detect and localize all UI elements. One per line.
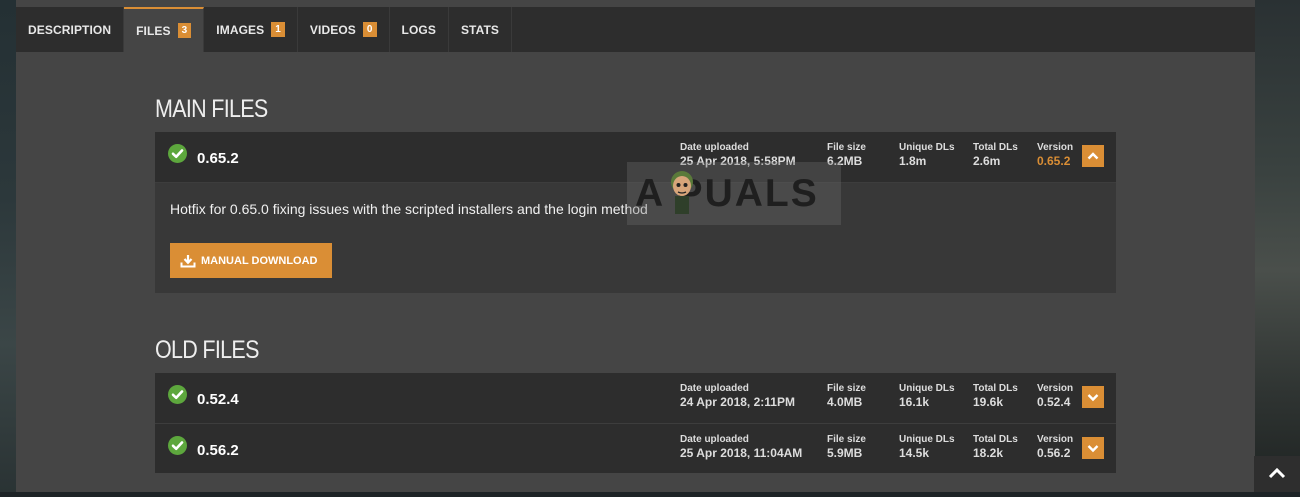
meta-label: Unique DLs [899, 434, 955, 445]
meta-value: 0.56.2 [1037, 446, 1071, 460]
mascot-icon [671, 171, 693, 214]
tab-images[interactable]: IMAGES 1 [204, 7, 298, 52]
meta-label: Total DLs [973, 142, 1018, 153]
meta-label: Unique DLs [899, 142, 955, 153]
manual-download-button[interactable]: MANUAL DOWNLOAD [170, 243, 332, 278]
chevron-up-icon [1268, 467, 1286, 479]
file-name: 0.65.2 [197, 150, 239, 167]
download-icon [180, 254, 196, 267]
total-downloads: Total DLs 18.2k [973, 434, 1018, 461]
tab-label: VIDEOS [309, 22, 356, 37]
chevron-up-icon [1087, 152, 1099, 160]
file-version: Version 0.52.4 [1037, 383, 1073, 410]
total-downloads: Total DLs 19.6k [973, 383, 1018, 410]
file-name: 0.52.4 [197, 391, 239, 408]
meta-label: File size [827, 142, 866, 153]
meta-value: 19.6k [973, 395, 1004, 409]
tab-label: LOGS [401, 22, 436, 37]
meta-value: 0.65.2 [1037, 154, 1071, 168]
tab-count-badge: 3 [177, 23, 192, 38]
meta-label: Version [1037, 434, 1074, 445]
unique-downloads: Unique DLs 1.8m [899, 142, 955, 169]
meta-label: File size [827, 383, 866, 394]
chevron-down-icon [1087, 445, 1099, 453]
download-button-label: MANUAL DOWNLOAD [201, 254, 318, 267]
meta-label: Total DLs [973, 434, 1018, 445]
chevron-down-icon [1087, 394, 1099, 402]
date-uploaded: Date uploaded 25 Apr 2018, 11:04AM [680, 434, 802, 461]
file-description: Hotfix for 0.65.0 fixing issues with the… [170, 201, 648, 217]
files-panel: DESCRIPTION FILES 3 IMAGES 1 VIDEOS 0 LO… [16, 0, 1255, 492]
meta-label: Date uploaded [680, 383, 749, 394]
tab-count-badge: 1 [271, 22, 285, 37]
meta-label: File size [827, 434, 866, 445]
file-size: File size 4.0MB [827, 383, 866, 410]
tab-count-badge: 0 [362, 22, 377, 37]
meta-value: 5.9MB [827, 446, 863, 460]
file-version: Version 0.65.2 [1037, 142, 1073, 169]
check-circle-icon [168, 436, 187, 455]
meta-value: 24 Apr 2018, 2:11PM [680, 395, 795, 409]
meta-value: 18.2k [973, 446, 1004, 460]
file-size: File size 5.9MB [827, 434, 866, 461]
expand-toggle-button[interactable] [1082, 437, 1104, 459]
tab-logs[interactable]: LOGS [390, 7, 449, 52]
total-downloads: Total DLs 2.6m [973, 142, 1018, 169]
tab-label: IMAGES [216, 22, 265, 37]
meta-label: Version [1037, 383, 1074, 394]
scroll-to-top-button[interactable] [1254, 456, 1300, 492]
check-circle-icon [168, 144, 187, 163]
file-version: Version 0.56.2 [1037, 434, 1073, 461]
meta-value: 1.8m [899, 154, 927, 168]
meta-label: Date uploaded [680, 434, 749, 445]
meta-value: 16.1k [899, 395, 930, 409]
tab-videos[interactable]: VIDEOS 0 [298, 7, 390, 52]
file-row-old[interactable]: 0.56.2 Date uploaded 25 Apr 2018, 11:04A… [155, 423, 1116, 473]
meta-label: Unique DLs [899, 383, 955, 394]
meta-value: 25 Apr 2018, 11:04AM [680, 446, 803, 460]
file-row-old[interactable]: 0.52.4 Date uploaded 24 Apr 2018, 2:11PM… [155, 373, 1116, 423]
expand-toggle-button[interactable] [1082, 386, 1104, 408]
main-files-heading: MAIN FILES [155, 95, 268, 123]
tab-label: FILES [136, 23, 171, 38]
meta-value: 4.0MB [827, 395, 863, 409]
meta-value: 14.5k [899, 446, 930, 460]
collapse-toggle-button[interactable] [1082, 145, 1104, 167]
tab-label: DESCRIPTION [28, 22, 112, 37]
appuals-watermark: A PUALS [627, 162, 841, 225]
tab-bar: DESCRIPTION FILES 3 IMAGES 1 VIDEOS 0 LO… [16, 7, 1255, 52]
file-name: 0.56.2 [197, 442, 239, 459]
meta-label: Date uploaded [680, 142, 749, 153]
old-files-heading: OLD FILES [155, 336, 259, 364]
date-uploaded: Date uploaded 24 Apr 2018, 2:11PM [680, 383, 795, 410]
meta-label: Version [1037, 142, 1074, 153]
watermark-text: A PUALS [635, 172, 819, 215]
unique-downloads: Unique DLs 14.5k [899, 434, 955, 461]
background-scenery-right [1255, 0, 1300, 492]
tab-files[interactable]: FILES 3 [124, 7, 205, 52]
meta-value: 2.6m [973, 154, 1001, 168]
tab-label: STATS [460, 22, 500, 37]
tab-stats[interactable]: STATS [449, 7, 513, 52]
background-scenery-left [0, 0, 16, 492]
meta-value: 0.52.4 [1037, 395, 1071, 409]
tab-description[interactable]: DESCRIPTION [16, 7, 125, 52]
check-circle-icon [168, 385, 187, 404]
unique-downloads: Unique DLs 16.1k [899, 383, 955, 410]
meta-label: Total DLs [973, 383, 1018, 394]
